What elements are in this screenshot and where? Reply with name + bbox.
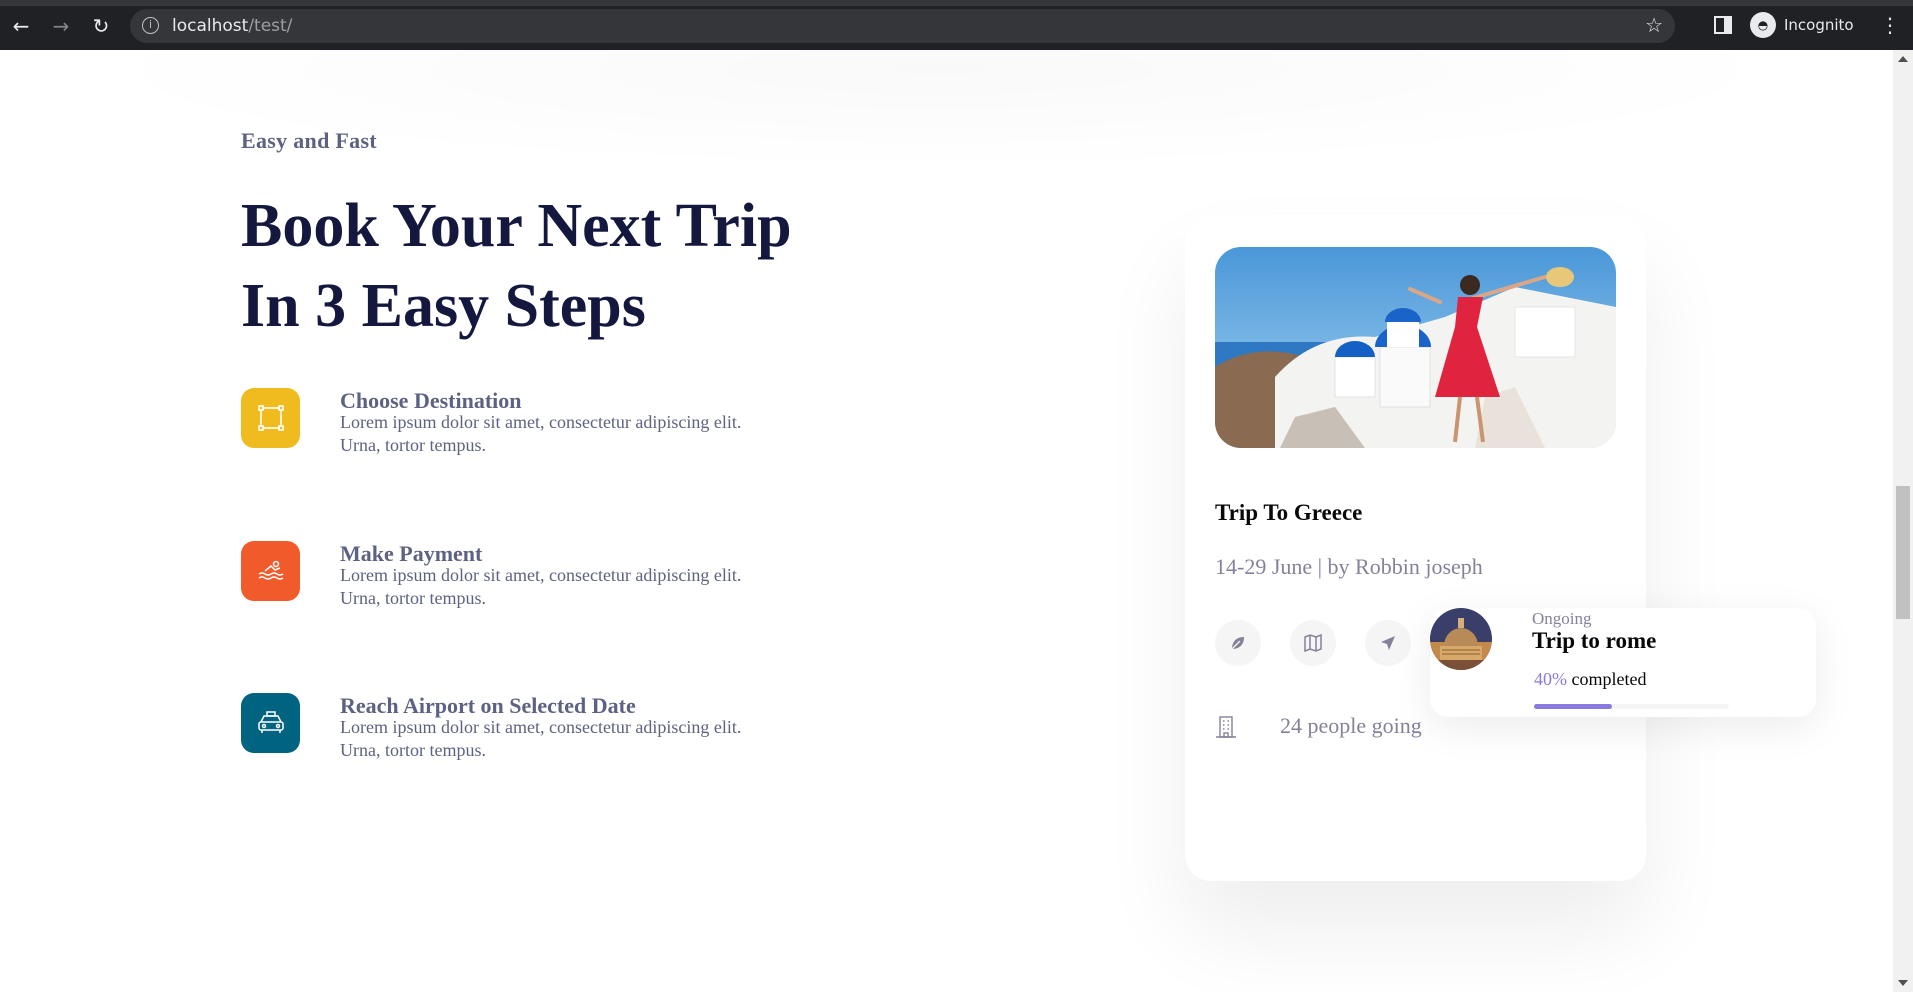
- page-scrollbar[interactable]: [1893, 50, 1913, 992]
- trip-title: Trip To Greece: [1215, 500, 1363, 525]
- kebab-menu-icon[interactable]: ⋮: [1880, 13, 1900, 37]
- send-icon[interactable]: [1365, 620, 1411, 666]
- headline-line-1: Book Your Next Trip: [241, 192, 792, 260]
- rome-avatar: [1430, 608, 1492, 670]
- back-arrow-icon[interactable]: ←: [10, 15, 32, 37]
- step-choose-destination: Choose Destination Lorem ipsum dolor sit…: [241, 388, 841, 458]
- trip-card[interactable]: Trip To Greece 14-29 June | by Robbin jo…: [1185, 215, 1646, 881]
- step-description: Lorem ipsum dolor sit amet, consectetur …: [340, 717, 742, 760]
- scroll-up-arrow-icon[interactable]: [1898, 56, 1908, 62]
- ongoing-trip-popup[interactable]: Ongoing Trip to rome 40% completed: [1430, 608, 1816, 717]
- taxi-icon: [241, 693, 300, 753]
- building-icon: [1215, 715, 1237, 739]
- people-going: 24 people going: [1280, 713, 1422, 738]
- progress-completed-label: completed: [1571, 669, 1647, 689]
- section-headline: Book Your Next Trip In 3 Easy Steps: [241, 186, 881, 346]
- step-make-payment: Make Payment Lorem ipsum dolor sit amet,…: [241, 541, 841, 611]
- map-icon[interactable]: [1290, 620, 1336, 666]
- bookmark-star-icon[interactable]: ☆: [1645, 13, 1663, 37]
- selection-icon: [241, 388, 300, 448]
- tab-strip: [0, 0, 1913, 6]
- url-text[interactable]: localhost/test/: [172, 16, 292, 36]
- incognito-icon: ◓: [1750, 12, 1776, 38]
- progress-track: [1534, 704, 1729, 709]
- trip-meta: 14-29 June | by Robbin joseph: [1215, 554, 1483, 579]
- browser-toolbar: ← → ↻ i localhost/test/ ☆ ◓ Incognito ⋮: [0, 0, 1913, 50]
- url-host: localhost: [172, 16, 249, 36]
- water-sport-icon: [241, 541, 300, 601]
- scroll-down-arrow-icon[interactable]: [1898, 980, 1908, 986]
- forward-arrow-icon[interactable]: →: [50, 15, 72, 37]
- headline-line-2: In 3 Easy Steps: [241, 272, 646, 340]
- step-description: Lorem ipsum dolor sit amet, consectetur …: [340, 412, 742, 455]
- page-content: Easy and Fast Book Your Next Trip In 3 E…: [0, 50, 1893, 992]
- step-description: Lorem ipsum dolor sit amet, consectetur …: [340, 565, 742, 608]
- ongoing-title: Trip to rome: [1532, 628, 1657, 653]
- incognito-indicator[interactable]: ◓ Incognito: [1750, 11, 1854, 39]
- address-bar[interactable]: i localhost/test/ ☆: [130, 9, 1675, 43]
- url-path: /test/: [248, 16, 293, 36]
- leaf-icon[interactable]: [1215, 620, 1261, 666]
- ongoing-status: Ongoing: [1532, 609, 1592, 628]
- section-eyebrow: Easy and Fast: [241, 128, 377, 153]
- side-panel-icon[interactable]: [1714, 16, 1732, 34]
- progress-percent: 40%: [1534, 669, 1567, 689]
- scrollbar-thumb[interactable]: [1896, 486, 1910, 619]
- incognito-label: Incognito: [1784, 16, 1854, 34]
- progress-fill: [1534, 704, 1612, 709]
- progress-text: 40% completed: [1534, 669, 1646, 690]
- trip-photo: [1215, 247, 1616, 448]
- reload-icon[interactable]: ↻: [90, 15, 112, 37]
- site-info-icon[interactable]: i: [142, 17, 159, 34]
- step-reach-airport: Reach Airport on Selected Date Lorem ips…: [241, 693, 841, 763]
